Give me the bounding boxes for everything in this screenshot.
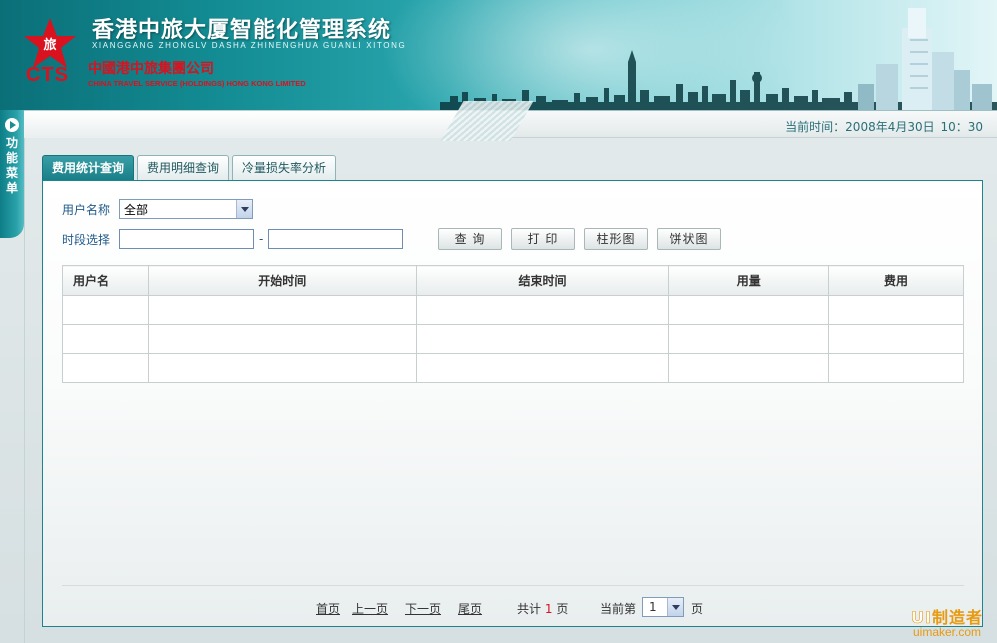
side-menu-char-1: 功 [5, 136, 18, 150]
current-date: 2008年4月30日 [845, 120, 935, 134]
period-label: 时段选择 [62, 232, 111, 247]
arrow-right-icon [5, 118, 19, 132]
total-pages-suffix: 页 [556, 602, 569, 616]
table-cell [415, 324, 670, 354]
table-cell [62, 295, 149, 325]
total-pages-count: 1 [544, 602, 553, 616]
side-menu-char-3: 菜 [5, 166, 18, 180]
time-bar-left-tab [24, 110, 464, 138]
cost-table: 用户名 开始时间 结束时间 用量 费用 [62, 265, 964, 383]
time-bar: 当前时间：2008年4月30日 10：30 [0, 101, 997, 141]
company-name-cn: 中國港中旅集團公司 [88, 61, 214, 77]
side-menu-char-4: 单 [5, 181, 18, 195]
tab-cost-details[interactable]: 费用明细查询 [137, 155, 230, 181]
current-page-value: 1 [649, 600, 657, 614]
col-header-usage[interactable]: 用量 [668, 265, 830, 296]
period-end-input[interactable] [268, 229, 404, 249]
pie-chart-button[interactable]: 饼状图 [657, 228, 721, 250]
tab-cost-statistics[interactable]: 费用统计查询 [42, 155, 135, 181]
total-pages-prefix: 共计 [517, 602, 542, 616]
user-name-select[interactable]: 全部 [119, 199, 253, 219]
chevron-down-icon[interactable] [236, 200, 252, 218]
table-cell [828, 353, 964, 383]
table-header-row: 用户名 开始时间 结束时间 用量 费用 [62, 265, 964, 296]
table-cell [62, 324, 149, 354]
user-name-label: 用户名称 [62, 202, 111, 217]
side-menu-toggle[interactable]: 功 能 菜 单 [0, 110, 24, 238]
system-title: 香港中旅大厦智能化管理系统 [92, 18, 392, 43]
period-start-input[interactable] [119, 229, 254, 249]
query-button[interactable]: 查 询 [438, 228, 502, 250]
col-header-cost[interactable]: 费用 [828, 265, 964, 296]
table-cell [828, 295, 964, 325]
table-cell [668, 324, 830, 354]
current-time-label: 当前时间： [785, 120, 846, 134]
table-row[interactable] [62, 353, 964, 383]
first-page-link[interactable]: 首页 [316, 600, 340, 617]
table-cell [147, 324, 417, 354]
chevron-down-icon[interactable] [667, 598, 683, 616]
main-panel: 用户名称 全部 时段选择 - 查 询 打 印 柱形图 饼状图 用户名 开始时间 … [42, 180, 983, 627]
company-name-en: CHINA TRAVEL SERVICE (HOLDINGS) HONG KON… [88, 79, 306, 88]
watermark-url: uimaker.com [913, 625, 982, 639]
table-cell [147, 353, 417, 383]
table-cell [147, 295, 417, 325]
print-button[interactable]: 打 印 [511, 228, 575, 250]
pagination: 首页 上一页 下一页 尾页 共计 1 页 当前第 1 页 [43, 597, 984, 619]
total-pages: 共计 1 页 [517, 600, 568, 617]
pager-divider [62, 585, 964, 586]
current-page-select[interactable]: 1 [642, 597, 684, 617]
table-row[interactable] [62, 324, 964, 354]
bar-chart-button[interactable]: 柱形图 [584, 228, 648, 250]
current-page-prefix: 当前第 [600, 602, 637, 616]
current-time: 当前时间：2008年4月30日 10：30 [785, 118, 983, 135]
uimaker-watermark: UI制造者 uimaker.com [911, 609, 983, 639]
period-row: 时段选择 - [62, 229, 404, 249]
next-page-link[interactable]: 下一页 [405, 600, 441, 617]
tab-cooling-loss-analysis[interactable]: 冷量损失率分析 [232, 155, 337, 181]
current-clock: 10：30 [940, 120, 983, 134]
last-page-link[interactable]: 尾页 [458, 600, 482, 617]
col-header-start-time[interactable]: 开始时间 [147, 265, 417, 296]
table-cell [668, 353, 830, 383]
logo-star-char: 旅 [43, 37, 56, 53]
system-pinyin: XIANGGANG ZHONGLV DASHA ZHINENGHUA GUANL… [92, 41, 407, 50]
range-separator: - [259, 232, 264, 246]
col-header-end-time[interactable]: 结束时间 [415, 265, 670, 296]
col-header-user[interactable]: 用户名 [62, 265, 149, 296]
user-name-select-value: 全部 [124, 202, 149, 217]
side-menu-char-2: 能 [5, 151, 18, 165]
tab-bar: 费用统计查询 费用明细查询 冷量损失率分析 [42, 155, 339, 181]
table-cell [668, 295, 830, 325]
watermark-line1: UI制造者 [911, 609, 983, 626]
current-page-suffix: 页 [691, 602, 704, 616]
user-row: 用户名称 全部 [62, 199, 253, 219]
table-cell [62, 353, 149, 383]
table-cell [415, 353, 670, 383]
prev-page-link[interactable]: 上一页 [352, 600, 388, 617]
side-divider [24, 138, 25, 643]
logo-text: CTS [26, 64, 69, 86]
table-cell [415, 295, 670, 325]
table-cell [828, 324, 964, 354]
table-row[interactable] [62, 295, 964, 325]
